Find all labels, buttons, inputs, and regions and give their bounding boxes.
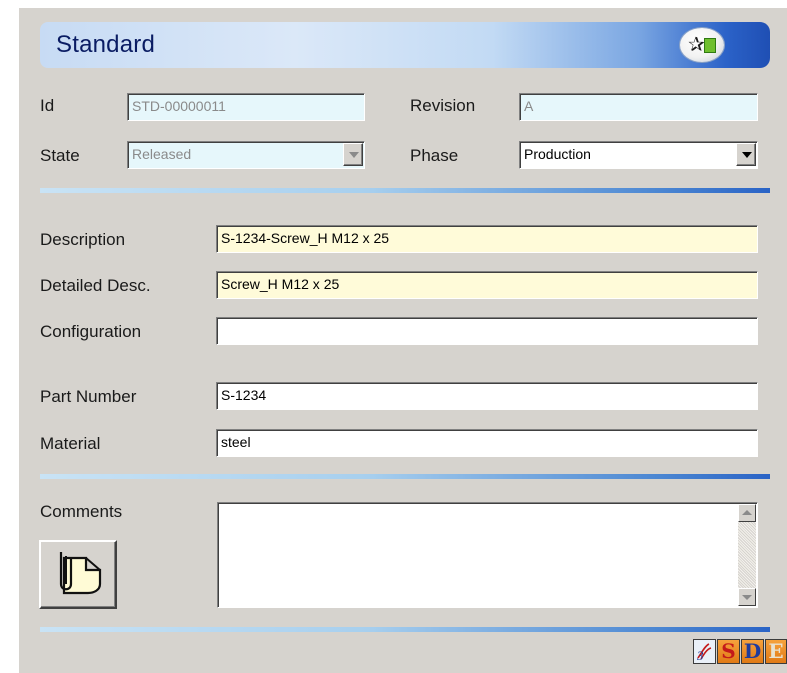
logo-letter-s: S (717, 639, 740, 664)
page-title: Standard (56, 31, 156, 58)
state-label: State (40, 146, 80, 165)
detailed-desc-field[interactable]: Screw_H M12 x 25 (216, 271, 758, 299)
phase-value: Production (524, 146, 591, 162)
scroll-up-icon[interactable] (738, 504, 756, 522)
new-standard-icon[interactable]: ✰ (680, 28, 724, 62)
material-label: Material (40, 434, 101, 453)
attach-document-button[interactable] (39, 540, 117, 609)
part-number-label: Part Number (40, 387, 137, 406)
green-document-icon (704, 38, 716, 53)
person-star-icon: ✰ (688, 34, 705, 56)
logo-letter-e: E (765, 639, 787, 664)
description-label: Description (40, 230, 126, 249)
scroll-down-icon[interactable] (738, 588, 756, 606)
section-divider (40, 474, 770, 479)
logo-letter-d: D (741, 639, 764, 664)
configuration-field[interactable] (216, 317, 758, 345)
material-field[interactable]: steel (216, 429, 758, 457)
description-field[interactable]: S-1234-Screw_H M12 x 25 (216, 225, 758, 253)
header-banner: Standard ✰ (40, 22, 770, 68)
revision-field[interactable]: A (519, 93, 758, 121)
comments-scrollbar[interactable] (738, 504, 756, 606)
phase-dropdown[interactable]: Production (519, 141, 758, 169)
comments-label: Comments (40, 502, 123, 521)
chevron-down-icon[interactable] (736, 143, 756, 166)
state-dropdown[interactable]: Released (127, 141, 365, 169)
comments-textarea[interactable] (217, 502, 758, 608)
attachment-document-icon (59, 552, 102, 595)
id-label: Id (40, 96, 55, 115)
section-divider (40, 627, 770, 632)
section-divider (40, 188, 770, 193)
state-value: Released (132, 146, 192, 162)
phase-label: Phase (410, 146, 459, 165)
part-number-field[interactable]: S-1234 (216, 382, 758, 410)
3ds-logo-icon: 3 (693, 639, 716, 664)
detailed-desc-label: Detailed Desc. (40, 276, 151, 295)
chevron-down-icon[interactable] (343, 143, 363, 166)
svg-text:3: 3 (696, 648, 704, 663)
configuration-label: Configuration (40, 322, 142, 341)
revision-label: Revision (410, 96, 476, 115)
id-field[interactable]: STD-00000011 (127, 93, 365, 121)
